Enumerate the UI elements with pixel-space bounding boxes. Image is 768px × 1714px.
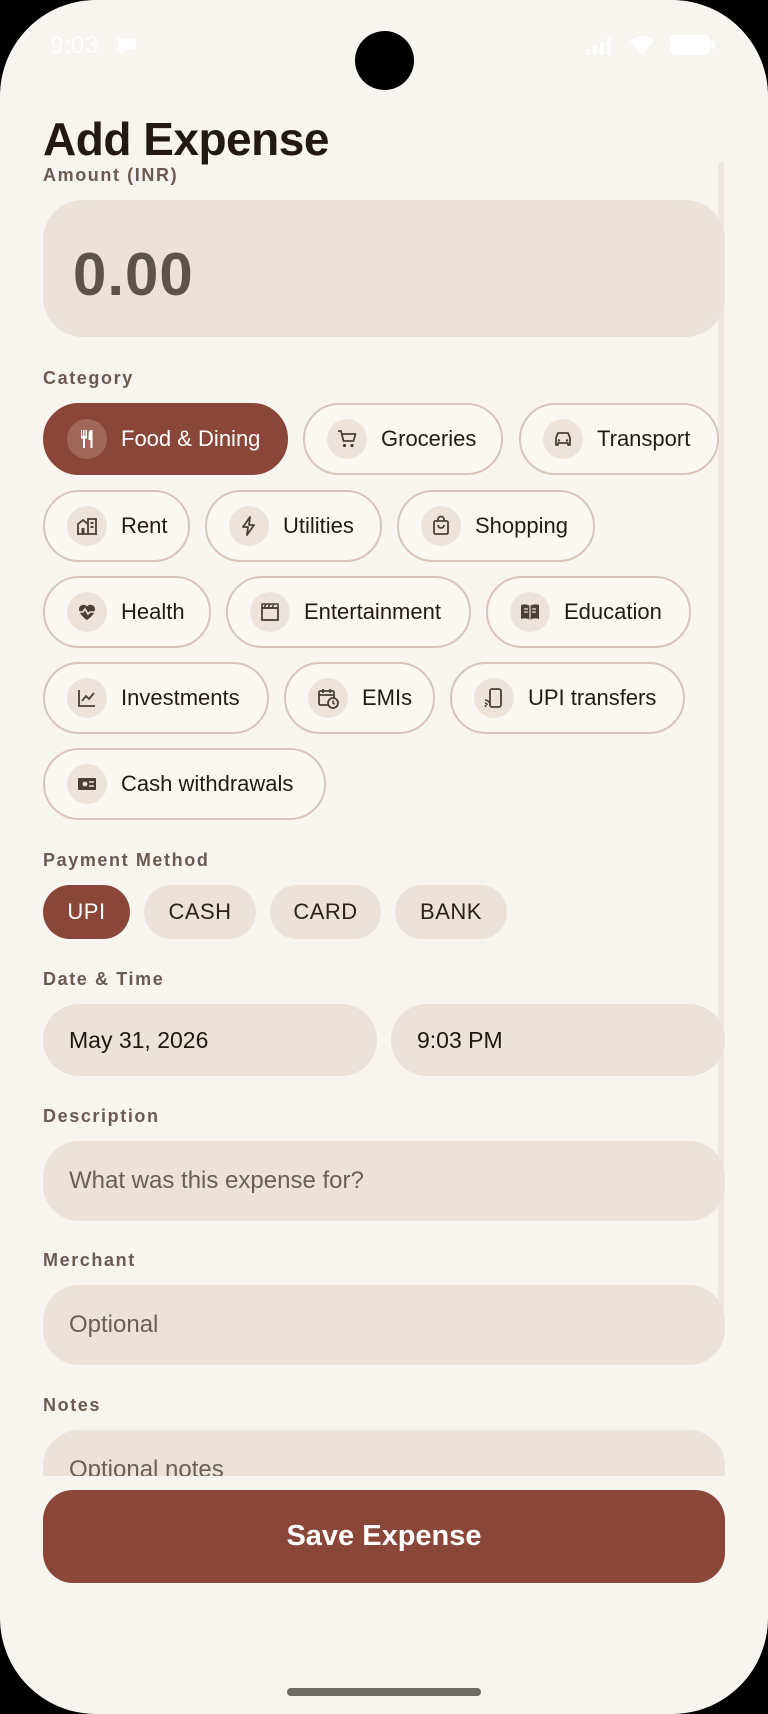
clapperboard-icon [250, 592, 290, 632]
date-field[interactable]: May 31, 2026 [43, 1004, 377, 1076]
time-field[interactable]: 9:03 PM [391, 1004, 725, 1076]
front-camera [355, 31, 414, 90]
amount-input[interactable]: 0.00 [43, 200, 725, 337]
category-chip-label: Health [121, 599, 185, 624]
date-time-label: Date & Time [43, 969, 165, 989]
category-chip-label: EMIs [362, 685, 413, 710]
category-chip-food-dining[interactable]: Food & Dining [43, 403, 288, 475]
category-chip-upi-transfers[interactable]: UPI transfers [450, 662, 685, 734]
category-chip-utilities[interactable]: Utilities [205, 490, 382, 562]
status-indicators [586, 34, 716, 61]
car-icon [543, 419, 583, 459]
status-bar: 9:03 [0, 0, 768, 96]
page-title: Add Expense [43, 113, 329, 165]
category-chip-emis[interactable]: EMIs [284, 662, 435, 734]
payment-option-upi[interactable]: UPI [43, 885, 130, 939]
save-expense-button[interactable]: Save Expense [43, 1490, 725, 1583]
merchant-label: Merchant [43, 1250, 136, 1270]
category-chip-transport[interactable]: Transport [519, 403, 719, 475]
category-chip-groceries[interactable]: Groceries [303, 403, 503, 475]
category-chip-label: Groceries [381, 426, 477, 451]
message-icon [116, 35, 138, 57]
chart-line-icon [67, 678, 107, 718]
category-chip-label: Rent [121, 513, 168, 538]
description-input[interactable]: What was this expense for? [43, 1141, 725, 1221]
description-label: Description [43, 1106, 160, 1126]
category-chip-health[interactable]: Health [43, 576, 211, 648]
category-chip-label: Transport [597, 426, 691, 451]
category-chip-cash-withdrawals[interactable]: Cash withdrawals [43, 748, 326, 820]
calendar-clock-icon [308, 678, 348, 718]
category-chip-education[interactable]: Education [486, 576, 691, 648]
category-chip-label: Cash withdrawals [121, 771, 294, 796]
category-chip-investments[interactable]: Investments [43, 662, 269, 734]
category-chip-label: Utilities [283, 513, 354, 538]
fork-knife-icon [67, 419, 107, 459]
building-icon [67, 506, 107, 546]
app-screen: 9:03 Add Expense Amount (INR) 0.00 Categ… [0, 0, 768, 1714]
category-chip-label: Shopping [475, 513, 568, 538]
heart-pulse-icon [67, 592, 107, 632]
wifi-icon [628, 34, 656, 61]
cash-icon [67, 764, 107, 804]
notes-label: Notes [43, 1395, 102, 1415]
shopping-bag-icon [421, 506, 461, 546]
description-placeholder: What was this expense for? [69, 1167, 364, 1194]
bolt-icon [229, 506, 269, 546]
notes-clip: Optional notes [0, 1425, 768, 1476]
category-chip-entertainment[interactable]: Entertainment [226, 576, 471, 648]
amount-value: 0.00 [73, 241, 194, 308]
payment-method-label: Payment Method [43, 850, 210, 870]
scrollbar[interactable] [718, 162, 724, 1322]
signal-icon [586, 35, 614, 60]
merchant-input[interactable]: Optional [43, 1285, 725, 1365]
home-indicator[interactable] [287, 1688, 481, 1696]
category-chip-label: Food & Dining [121, 426, 261, 451]
merchant-placeholder: Optional [69, 1311, 159, 1338]
book-icon [510, 592, 550, 632]
notes-placeholder: Optional notes [69, 1456, 224, 1476]
payment-option-bank[interactable]: BANK [395, 885, 507, 939]
payment-option-cash[interactable]: CASH [144, 885, 256, 939]
category-chip-rent[interactable]: Rent [43, 490, 190, 562]
amount-label: Amount (INR) [43, 165, 179, 185]
category-chip-shopping[interactable]: Shopping [397, 490, 595, 562]
category-chip-label: Entertainment [304, 599, 441, 624]
category-chip-label: Investments [121, 685, 240, 710]
cart-icon [327, 419, 367, 459]
category-chip-label: UPI transfers [528, 685, 657, 710]
category-chip-label: Education [564, 599, 662, 624]
category-label: Category [43, 368, 134, 388]
date-value: May 31, 2026 [69, 1026, 209, 1053]
payment-option-card[interactable]: CARD [270, 885, 381, 939]
time-value: 9:03 PM [417, 1026, 503, 1053]
status-time: 9:03 [50, 32, 99, 59]
battery-icon [670, 34, 716, 61]
notes-input[interactable]: Optional notes [43, 1430, 725, 1476]
phone-cast-icon [474, 678, 514, 718]
